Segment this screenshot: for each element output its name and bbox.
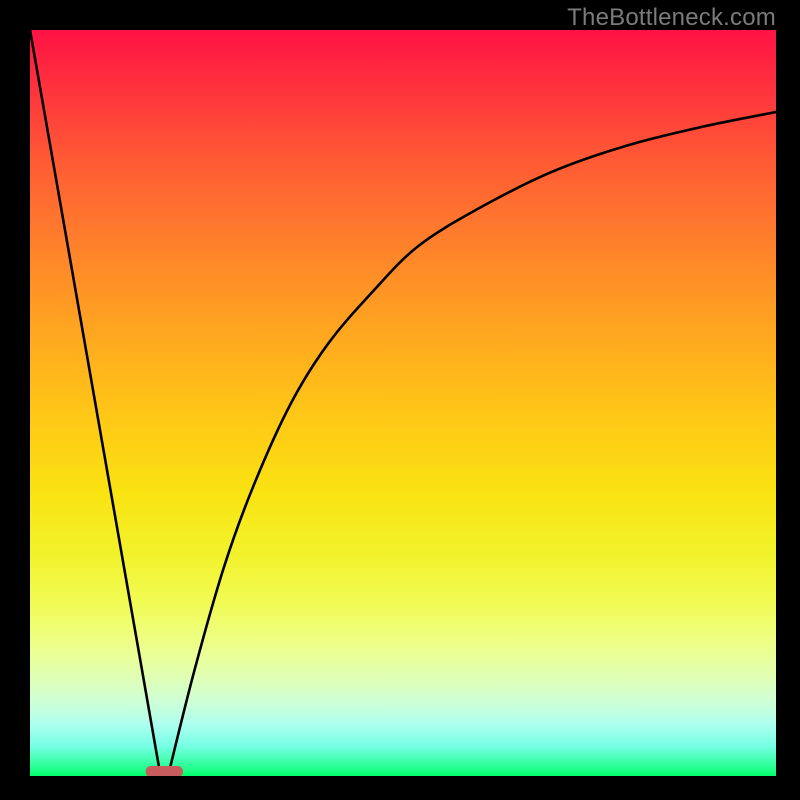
watermark-label: TheBottleneck.com xyxy=(567,4,776,32)
chart-marker xyxy=(146,766,183,776)
chart-plot-area xyxy=(30,30,776,776)
chart-curve xyxy=(30,30,776,776)
chart-svg xyxy=(30,30,776,776)
